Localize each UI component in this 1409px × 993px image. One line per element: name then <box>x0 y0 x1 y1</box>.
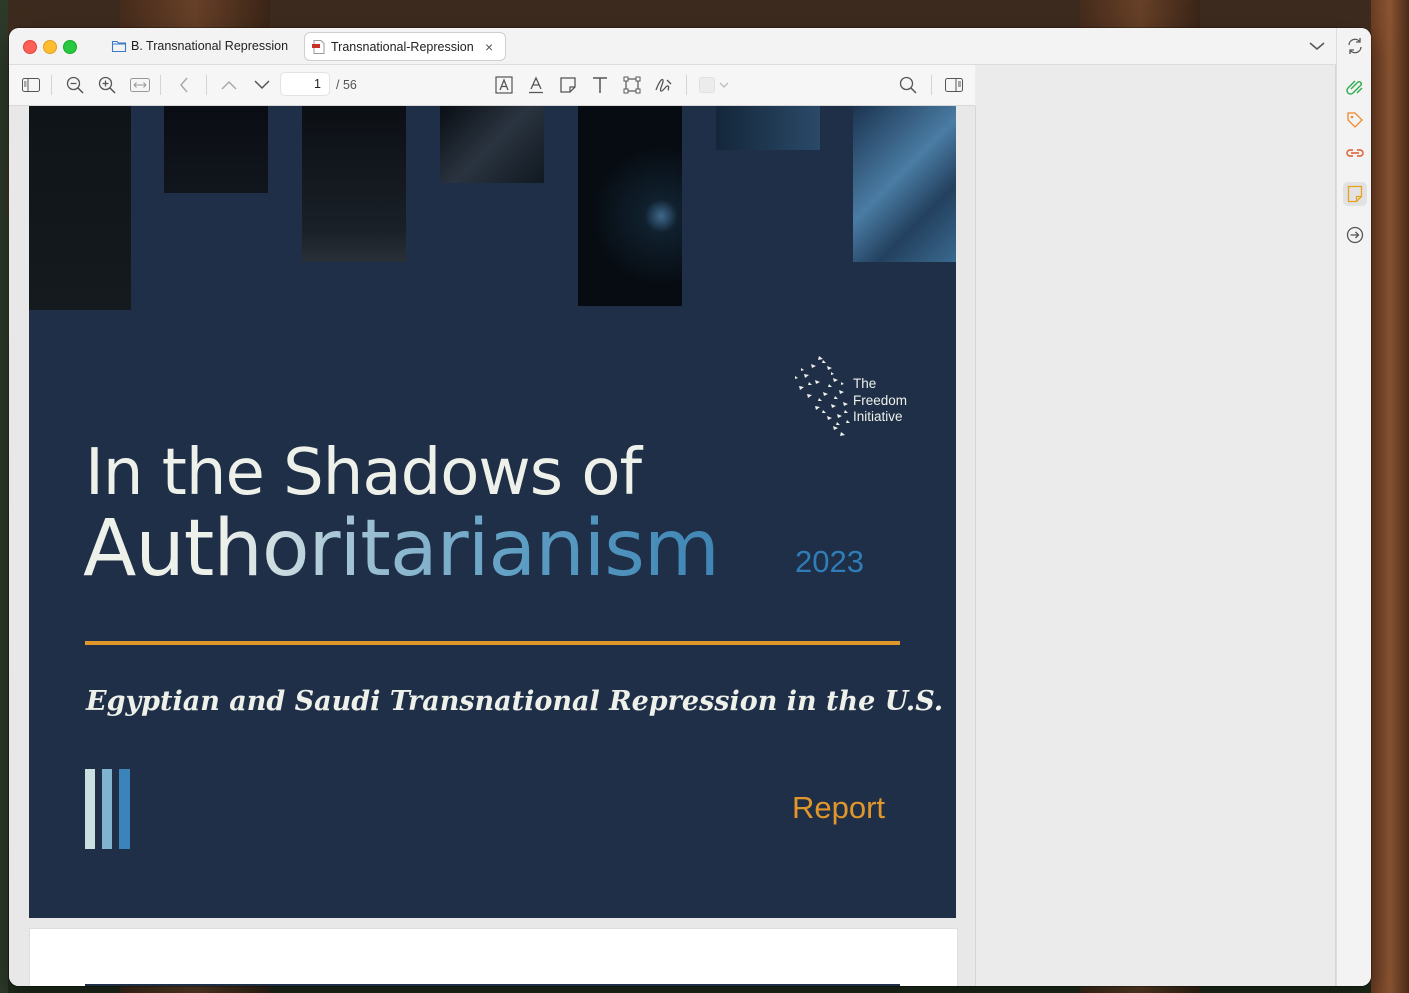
cover-bars-graphic <box>85 769 130 849</box>
pdf-page-cover: The Freedom Initiative In the Shadows of… <box>29 106 956 918</box>
cover-report-label: Report <box>792 790 886 825</box>
text-underline-icon[interactable] <box>525 75 547 95</box>
cover-photo-strip <box>164 106 268 193</box>
freedom-initiative-logo-text: The Freedom Initiative <box>853 376 907 426</box>
color-swatch <box>699 77 715 93</box>
toolbar-divider <box>931 75 932 95</box>
sticky-note-icon[interactable] <box>1343 182 1367 206</box>
close-window-button[interactable] <box>23 40 37 54</box>
sidebar-toggle-icon[interactable] <box>20 75 42 95</box>
zoom-out-icon[interactable] <box>64 75 86 95</box>
color-picker[interactable] <box>699 76 731 94</box>
right-sidebar <box>1336 28 1371 986</box>
inspector-toggle-icon[interactable] <box>943 75 965 95</box>
desktop-tree <box>0 0 8 993</box>
cover-year: 2023 <box>795 544 864 579</box>
page-2-header-bar <box>85 984 900 986</box>
pdf-icon <box>312 39 325 54</box>
select-area-icon[interactable] <box>621 75 643 95</box>
cover-photo-strip <box>578 106 682 306</box>
logo-line: The <box>853 376 877 391</box>
search-icon[interactable] <box>897 75 919 95</box>
text-box-icon[interactable] <box>493 75 515 95</box>
toolbar-divider <box>206 75 207 95</box>
desktop-tree <box>1371 0 1409 993</box>
cover-photo-strip <box>302 106 406 262</box>
signature-icon[interactable] <box>653 75 675 95</box>
page-total: / 56 <box>336 78 357 92</box>
toolbar-divider <box>160 75 161 95</box>
tab-folder[interactable]: B. Transnational Repression <box>105 32 300 59</box>
left-edge <box>9 106 19 986</box>
note-icon[interactable] <box>557 75 579 95</box>
cover-title-line-2: Authoritarianism <box>83 504 720 594</box>
pdf-page-2 <box>29 928 958 986</box>
app-window: B. Transnational Repression Transnationa… <box>9 28 1371 986</box>
fit-width-icon[interactable] <box>129 75 151 95</box>
toolbar-divider <box>51 75 52 95</box>
page-down-icon[interactable] <box>251 75 273 95</box>
cover-divider <box>85 641 900 645</box>
refresh-icon[interactable] <box>1343 34 1367 58</box>
page-number-input[interactable]: 1 <box>280 72 330 96</box>
tab-pdf-active[interactable]: Transnational-Repression × <box>304 32 506 61</box>
logo-line: Freedom <box>853 392 908 408</box>
link-icon[interactable] <box>1343 141 1367 165</box>
follow-up-icon[interactable] <box>1343 223 1367 247</box>
inspector-panel <box>976 65 1336 986</box>
back-icon[interactable] <box>173 75 195 95</box>
tab-label: B. Transnational Repression <box>131 38 289 53</box>
minimize-window-button[interactable] <box>43 40 57 54</box>
pdf-viewer[interactable]: The Freedom Initiative In the Shadows of… <box>9 106 976 986</box>
tag-icon[interactable] <box>1343 108 1367 132</box>
zoom-in-icon[interactable] <box>96 75 118 95</box>
title-bar: B. Transnational Repression Transnationa… <box>9 28 1371 65</box>
zoom-window-button[interactable] <box>63 40 77 54</box>
toolbar-divider <box>686 75 687 95</box>
page-up-icon[interactable] <box>218 75 240 95</box>
logo-line: Initiative <box>853 409 903 424</box>
cover-photo-strip <box>440 106 544 183</box>
tab-close-icon[interactable]: × <box>485 39 493 55</box>
cover-photo-strip <box>853 106 956 262</box>
cover-photo-strip <box>716 106 820 150</box>
folder-icon <box>111 40 127 52</box>
chevron-down-icon[interactable] <box>1307 36 1327 56</box>
text-tool-icon[interactable] <box>589 75 611 95</box>
cover-title-line-1: In the Shadows of <box>85 436 642 510</box>
paperclip-icon[interactable] <box>1343 74 1367 98</box>
chevron-down-icon <box>719 82 729 88</box>
pdf-toolbar: 1 / 56 <box>9 65 975 106</box>
tab-label: Transnational-Repression <box>331 39 474 54</box>
cover-subtitle: Egyptian and Saudi Transnational Repress… <box>86 686 944 717</box>
cover-photo-strip <box>29 106 131 310</box>
